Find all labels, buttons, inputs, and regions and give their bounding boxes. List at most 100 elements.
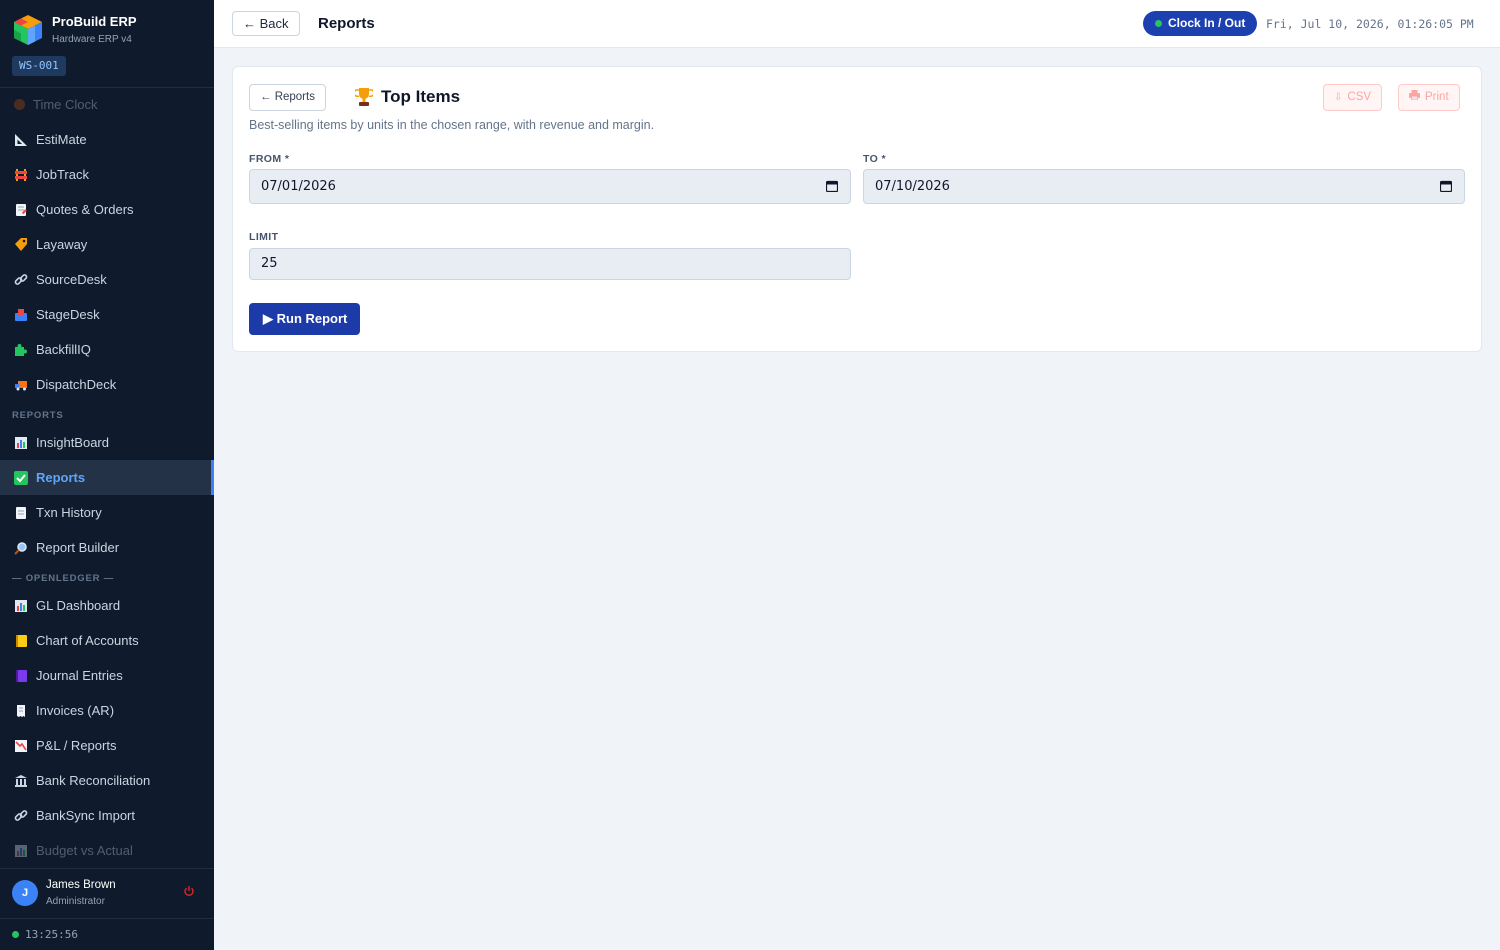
to-date-label: TO * xyxy=(863,153,886,165)
ledger-icon xyxy=(14,634,28,648)
limit-input[interactable]: 25 xyxy=(249,248,851,280)
sidebar-item-label: Quotes & Orders xyxy=(36,202,134,217)
clock-in-out-label: Clock In / Out xyxy=(1168,16,1246,30)
magnifier-icon xyxy=(14,541,28,555)
sidebar-item-label: JobTrack xyxy=(36,167,89,182)
from-date-label: FROM * xyxy=(249,153,290,165)
print-button[interactable]: Print xyxy=(1398,84,1460,111)
workstation-badge: WS-001 xyxy=(12,56,66,76)
session-clock: 13:25:56 xyxy=(0,918,214,950)
sidebar-item-invoices-ar[interactable]: Invoices (AR) xyxy=(0,693,214,728)
sidebar-item-jobtrack[interactable]: JobTrack xyxy=(0,157,214,192)
sidebar-item-journal-entries[interactable]: Journal Entries xyxy=(0,658,214,693)
limit-value: 25 xyxy=(261,256,278,271)
sidebar-item-stagedesk[interactable]: StageDesk xyxy=(0,297,214,332)
sidebar-item-label: StageDesk xyxy=(36,307,100,322)
sidebar-item-reports[interactable]: Reports xyxy=(0,460,214,495)
current-datetime: Fri, Jul 10, 2026, 01:26:05 PM xyxy=(1266,17,1474,31)
sidebar-item-label: Layaway xyxy=(36,237,88,252)
puzzle-icon xyxy=(14,343,28,357)
chart-down-icon xyxy=(14,739,28,753)
from-date-value: 07/01/2026 xyxy=(261,179,336,194)
clock-in-out-button[interactable]: Clock In / Out xyxy=(1143,11,1258,36)
sidebar-item-label: BackfillIQ xyxy=(36,342,91,357)
user-panel: J James Brown Administrator xyxy=(0,868,214,918)
sidebar-item-insightboard[interactable]: InsightBoard xyxy=(0,425,214,460)
sidebar: ProBuild ERP Hardware ERP v4 WS-001 Time… xyxy=(0,0,214,950)
user-name: James Brown xyxy=(46,879,116,891)
bar-chart-icon xyxy=(14,436,28,450)
sidebar-item-label: BankSync Import xyxy=(36,808,135,823)
printer-icon xyxy=(1409,85,1420,110)
from-date-input[interactable]: 07/01/2026 xyxy=(249,169,851,204)
brand-header: ProBuild ERP Hardware ERP v4 WS-001 xyxy=(0,0,214,88)
document-icon xyxy=(14,506,28,520)
bank-icon xyxy=(14,774,28,788)
top-bar: ← Back Reports Clock In / Out Fri, Jul 1… xyxy=(214,0,1500,48)
sidebar-item-label: EstiMate xyxy=(36,132,87,147)
calendar-icon[interactable] xyxy=(1440,180,1452,192)
sidebar-item-quotes-orders[interactable]: Quotes & Orders xyxy=(0,192,214,227)
cube-logo-icon xyxy=(14,15,42,45)
limit-label: LIMIT xyxy=(249,231,279,243)
brand-name: ProBuild ERP xyxy=(52,14,137,29)
sidebar-item-bank-reconciliation[interactable]: Bank Reconciliation xyxy=(0,763,214,798)
sidebar-item-label: Bank Reconciliation xyxy=(36,773,151,788)
report-title: Top Items xyxy=(381,87,461,106)
sidebar-item-label: Invoices (AR) xyxy=(36,703,115,718)
ruler-icon xyxy=(14,133,28,147)
sidebar-item-label: Report Builder xyxy=(36,540,120,555)
sidebar-item-label: Journal Entries xyxy=(36,668,123,683)
sidebar-item-label: Budget vs Actual xyxy=(36,843,133,858)
inbox-icon xyxy=(14,308,28,322)
status-dot-icon xyxy=(1155,20,1162,27)
time-clock-icon xyxy=(14,99,25,110)
sidebar-item-label: GL Dashboard xyxy=(36,598,121,613)
notebook-icon xyxy=(14,669,28,683)
to-date-input[interactable]: 07/10/2026 xyxy=(863,169,1465,204)
run-report-button[interactable]: ▶ Run Report xyxy=(249,303,361,335)
sidebar-item-label: SourceDesk xyxy=(36,272,107,287)
print-label: Print xyxy=(1425,91,1449,103)
sidebar-item-report-builder[interactable]: Report Builder xyxy=(0,530,214,565)
truck-icon xyxy=(14,378,28,392)
back-button[interactable]: ← Back xyxy=(232,11,300,36)
online-status-dot xyxy=(12,931,19,938)
sidebar-item-dispatchdeck[interactable]: DispatchDeck xyxy=(0,367,214,402)
report-card: ← Reports Top Items ⇩ CSV Print Best-sell… xyxy=(232,66,1482,352)
sidebar-item-pl-reports[interactable]: P&L / Reports xyxy=(0,728,214,763)
link-icon xyxy=(14,273,28,287)
sidebar-item-txn-history[interactable]: Txn History xyxy=(0,495,214,530)
sidebar-item-sourcedesk[interactable]: SourceDesk xyxy=(0,262,214,297)
tag-icon xyxy=(14,237,28,252)
back-to-reports-button[interactable]: ← Reports xyxy=(249,84,326,111)
sidebar-item-label: Chart of Accounts xyxy=(36,633,139,648)
power-icon[interactable] xyxy=(183,885,195,897)
report-title-group: Top Items xyxy=(355,87,460,107)
sidebar-item-label: P&L / Reports xyxy=(36,738,117,753)
sidebar-item-banksync-import[interactable]: BankSync Import xyxy=(0,798,214,833)
sidebar-section-openledger: — OPENLEDGER — xyxy=(12,573,114,584)
sidebar-section-reports: REPORTS xyxy=(12,410,64,421)
sidebar-item-estimate[interactable]: EstiMate xyxy=(0,122,214,157)
csv-button[interactable]: ⇩ CSV xyxy=(1323,84,1383,111)
sidebar-item-budget-vs-actual[interactable]: Budget vs Actual xyxy=(0,833,214,868)
sidebar-item-gl-dashboard[interactable]: GL Dashboard xyxy=(0,588,214,623)
brand-subtitle: Hardware ERP v4 xyxy=(52,34,132,45)
memo-icon xyxy=(14,203,28,217)
calendar-icon[interactable] xyxy=(826,180,838,192)
sidebar-item-time-clock[interactable]: Time Clock xyxy=(0,88,214,122)
trophy-icon xyxy=(355,88,373,106)
sidebar-item-label: Time Clock xyxy=(33,97,98,112)
construction-icon xyxy=(14,168,28,182)
checkmark-icon xyxy=(14,470,28,485)
avatar[interactable]: J xyxy=(12,880,38,906)
sidebar-item-layaway[interactable]: Layaway xyxy=(0,227,214,262)
sidebar-nav: Time Clock EstiMate JobTrack Quotes & Or… xyxy=(0,88,214,868)
sidebar-item-backfilliq[interactable]: BackfillIQ xyxy=(0,332,214,367)
sidebar-item-chart-of-accounts[interactable]: Chart of Accounts xyxy=(0,623,214,658)
link-icon xyxy=(14,809,28,823)
user-role: Administrator xyxy=(46,896,105,907)
sidebar-item-label: Reports xyxy=(36,470,86,485)
session-clock-time: 13:25:56 xyxy=(25,928,78,941)
